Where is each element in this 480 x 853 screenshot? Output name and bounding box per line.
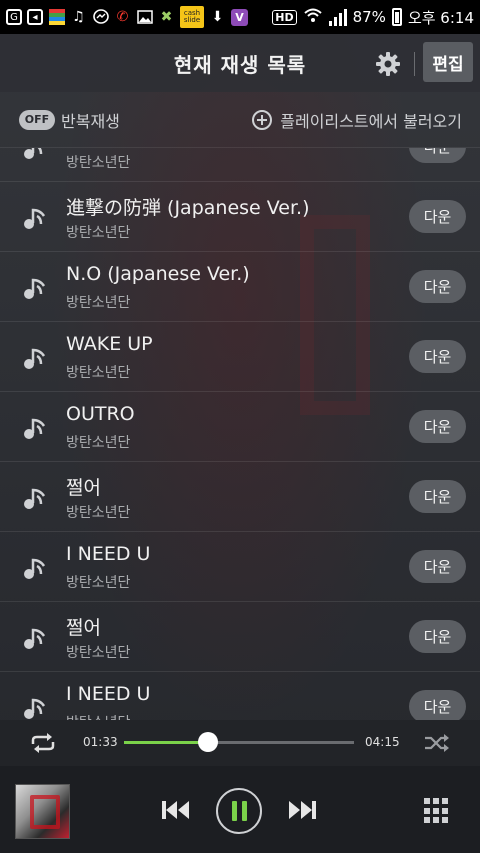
download-button[interactable]: 다운	[409, 410, 466, 443]
seek-bar-fill	[124, 741, 208, 744]
list-item[interactable]: 進撃の防弾 (Japanese Ver.) 방탄소년단 다운	[0, 182, 480, 252]
download-button[interactable]: 다운	[409, 620, 466, 653]
song-title: 쩔어	[66, 477, 101, 499]
download-button[interactable]: 다운	[409, 340, 466, 373]
hd-icon: HD	[272, 9, 297, 25]
song-title: I NEED U	[66, 683, 151, 705]
music-wave-icon	[24, 628, 46, 649]
music-wave-icon	[24, 278, 46, 299]
list-item[interactable]: WAKE UP 방탄소년단 다운	[0, 322, 480, 392]
download-icon: ⬇	[211, 9, 224, 25]
song-artist: 방탄소년단	[66, 712, 130, 720]
music-wave-icon	[24, 488, 46, 509]
plus-circle-icon	[252, 109, 273, 130]
battery-percent: 87%	[352, 8, 386, 26]
music-wave-icon	[24, 348, 46, 369]
android-icon: ✖	[160, 9, 173, 25]
viber-icon: V	[231, 8, 248, 26]
download-button[interactable]: 다운	[409, 148, 466, 163]
progress-area: 01:33 04:15	[0, 720, 480, 766]
playlist: 방탄소년단 다운 進撃の防弾 (Japanese Ver.) 방탄소년단 다운 …	[0, 148, 480, 720]
song-artist: 방탄소년단	[66, 295, 131, 311]
list-item[interactable]: I NEED U 방탄소년단 다운	[0, 672, 480, 720]
song-artist: 방탄소년단	[66, 435, 131, 451]
song-title: 쩔어	[66, 617, 101, 639]
list-item[interactable]: 쩔어 방탄소년단 다운	[0, 462, 480, 532]
current-time: 01:33	[83, 735, 118, 749]
status-bar: G ◂ ♫ ✆ ✖ cash slide ⬇ V HD 87% 오후 6:14	[0, 0, 480, 34]
edit-button[interactable]: 편집	[423, 42, 473, 82]
song-artist: 방탄소년단	[66, 505, 131, 521]
song-artist: 방탄소년단	[66, 365, 131, 381]
song-artist: 방탄소년단	[66, 155, 131, 171]
playlist-toolbar: OFF 반복재생 플레이리스트에서 불러오기	[0, 92, 480, 148]
repeat-icon[interactable]	[28, 731, 58, 755]
album-art[interactable]	[15, 784, 70, 839]
pause-icon-bar	[231, 801, 237, 821]
cashslide-icon: cash slide	[180, 6, 204, 28]
signal-icon	[328, 8, 347, 26]
song-artist: 방탄소년단	[66, 225, 131, 241]
download-button[interactable]: 다운	[409, 200, 466, 233]
pause-icon-bar	[241, 801, 247, 821]
gear-icon[interactable]	[374, 50, 402, 78]
battery-icon	[391, 8, 402, 26]
load-playlist-button[interactable]: 플레이리스트에서 불러오기	[252, 108, 462, 132]
seek-handle[interactable]	[197, 732, 218, 752]
previous-icon[interactable]	[160, 798, 192, 822]
download-button[interactable]: 다운	[409, 480, 466, 513]
player-controls	[0, 766, 480, 853]
header-divider	[414, 52, 415, 76]
seek-bar[interactable]	[124, 732, 354, 752]
music-wave-icon	[24, 418, 46, 439]
back-icon: ◂	[27, 9, 43, 25]
colorful-app-icon	[48, 9, 65, 26]
music-wave-icon	[24, 148, 43, 159]
list-item[interactable]: 쩔어 방탄소년단 다운	[0, 602, 480, 672]
repeat-toggle[interactable]: OFF	[19, 109, 55, 130]
header: 현재 재생 목록 편집	[0, 34, 480, 92]
image-icon	[136, 9, 153, 26]
total-time: 04:15	[365, 735, 400, 749]
list-item[interactable]: OUTRO 방탄소년단 다운	[0, 392, 480, 462]
song-title: WAKE UP	[66, 333, 153, 355]
repeat-label[interactable]: 반복재생	[61, 108, 120, 132]
song-title: OUTRO	[66, 403, 135, 425]
list-item[interactable]: N.O (Japanese Ver.) 방탄소년단 다운	[0, 252, 480, 322]
grid-menu-icon[interactable]	[424, 798, 450, 824]
clock: 오후 6:14	[407, 8, 474, 27]
music-wave-icon	[24, 698, 46, 719]
song-title: 進撃の防弾 (Japanese Ver.)	[66, 197, 310, 219]
song-artist: 방탄소년단	[66, 575, 131, 591]
wifi-icon	[303, 7, 323, 27]
music-wave-icon	[24, 558, 46, 579]
song-title: N.O (Japanese Ver.)	[66, 263, 250, 285]
missed-call-icon: ✆	[116, 9, 129, 25]
song-artist: 방탄소년단	[66, 645, 131, 661]
download-button[interactable]: 다운	[409, 690, 466, 720]
music-note-icon: ♫	[72, 9, 85, 25]
song-title: I NEED U	[66, 543, 151, 565]
list-item[interactable]: I NEED U 방탄소년단 다운	[0, 532, 480, 602]
shuffle-icon[interactable]	[423, 731, 451, 755]
load-playlist-label: 플레이리스트에서 불러오기	[280, 111, 462, 131]
next-icon[interactable]	[286, 798, 318, 822]
messenger-icon	[92, 9, 109, 26]
list-item[interactable]: 방탄소년단 다운	[0, 148, 480, 182]
page-title: 현재 재생 목록	[173, 52, 307, 77]
g-app-icon: G	[6, 9, 22, 25]
music-wave-icon	[24, 208, 46, 229]
download-button[interactable]: 다운	[409, 550, 466, 583]
pause-button[interactable]	[216, 788, 262, 834]
download-button[interactable]: 다운	[409, 270, 466, 303]
